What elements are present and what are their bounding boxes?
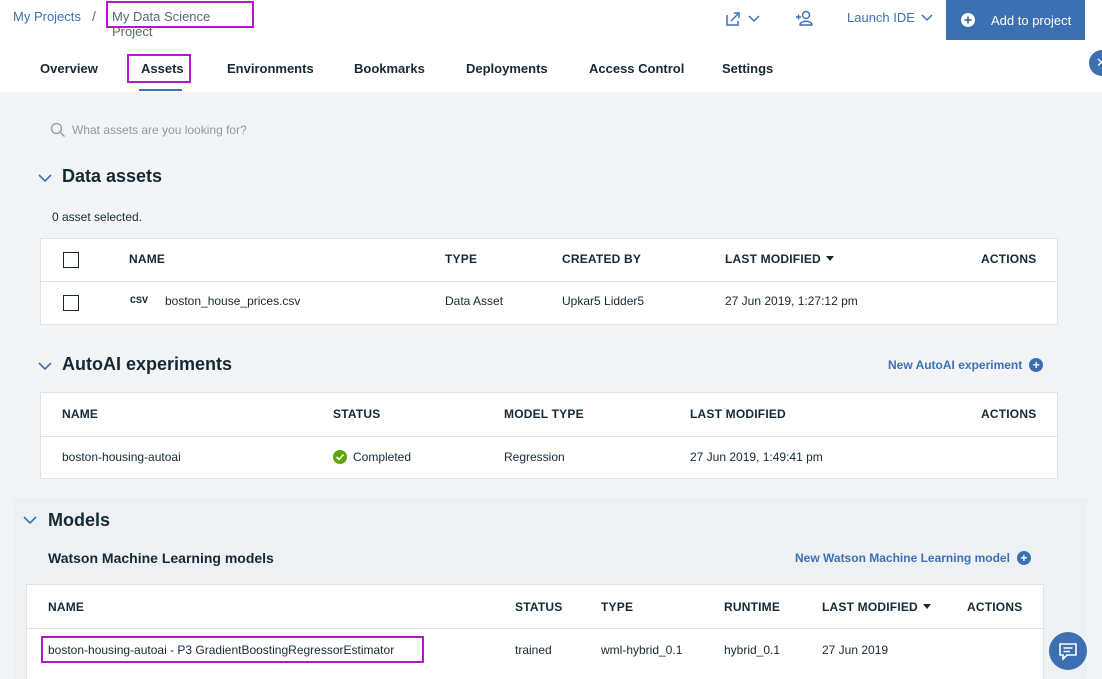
add-icon: + <box>1029 358 1044 372</box>
autoai-title: AutoAI experiments <box>62 354 233 374</box>
select-all-checkbox[interactable] <box>63 252 79 268</box>
row-divider <box>41 281 1057 282</box>
asset-type: Data Asset <box>445 294 504 308</box>
model-last-modified: 27 Jun 2019 <box>822 643 889 657</box>
experiment-model-type: Regression <box>504 450 565 464</box>
data-assets-table: NAME TYPE CREATED BY LAST MODIFIED ACTIO… <box>40 238 1058 325</box>
column-header-name[interactable]: NAME <box>62 407 98 421</box>
column-header-created-by[interactable]: CREATED BY <box>562 252 641 266</box>
data-assets-title: Data assets <box>62 166 163 186</box>
chevron-down-icon[interactable] <box>38 173 52 183</box>
experiment-status: Completed <box>353 450 412 464</box>
column-header-last-modified[interactable]: LAST MODIFIED <box>725 252 834 266</box>
last-modified-label: LAST MODIFIED <box>725 252 821 266</box>
chat-icon <box>1059 643 1077 661</box>
active-tab-indicator <box>139 89 182 91</box>
column-header-runtime[interactable]: RUNTIME <box>724 600 780 614</box>
column-header-model-type[interactable]: MODEL TYPE <box>504 407 584 421</box>
sort-down-icon <box>825 256 834 261</box>
selection-count: 0 asset selected. <box>52 210 143 224</box>
new-wml-model-link[interactable]: New Watson Machine Learning model + <box>795 551 1031 565</box>
column-header-type[interactable]: TYPE <box>445 252 477 266</box>
tab-access-control[interactable]: Access Control <box>589 61 684 76</box>
close-icon: ✕ <box>1096 55 1102 70</box>
row-divider <box>27 628 1043 629</box>
column-header-name[interactable]: NAME <box>48 600 84 614</box>
breadcrumb-my-projects[interactable]: My Projects <box>13 9 81 24</box>
last-modified-label: LAST MODIFIED <box>822 600 918 614</box>
autoai-table: NAME STATUS MODEL TYPE LAST MODIFIED ACT… <box>40 392 1058 479</box>
csv-file-icon: CSV <box>130 296 149 307</box>
models-title: Models <box>48 510 111 530</box>
chevron-down-icon[interactable] <box>23 515 37 525</box>
experiment-name-link[interactable]: boston-housing-autoai <box>62 450 181 464</box>
model-type: wml-hybrid_0.1 <box>601 643 683 657</box>
tab-bookmarks[interactable]: Bookmarks <box>354 61 425 76</box>
column-header-type[interactable]: TYPE <box>601 600 633 614</box>
column-header-actions: ACTIONS <box>967 600 1023 614</box>
search-icon <box>50 122 65 137</box>
add-collaborator-button[interactable] <box>795 9 815 29</box>
column-header-status[interactable]: STATUS <box>333 407 380 421</box>
column-header-status[interactable]: STATUS <box>515 600 562 614</box>
row-checkbox[interactable] <box>63 295 79 311</box>
add-user-icon <box>796 10 813 26</box>
tab-assets[interactable]: Assets <box>141 61 184 76</box>
breadcrumb-separator: / <box>92 8 96 24</box>
share-export-button[interactable] <box>724 9 764 29</box>
sort-down-icon <box>922 604 931 609</box>
checkmark-success-icon <box>333 450 347 464</box>
chat-button[interactable] <box>1049 632 1087 670</box>
models-table: NAME STATUS TYPE RUNTIME LAST MODIFIED A… <box>26 584 1044 679</box>
experiment-last-modified: 27 Jun 2019, 1:49:41 pm <box>690 450 823 464</box>
column-header-name[interactable]: NAME <box>129 252 165 266</box>
new-autoai-label: New AutoAI experiment <box>888 358 1023 372</box>
launch-ide-label: Launch IDE <box>847 10 915 25</box>
export-icon <box>726 12 760 26</box>
column-header-actions: ACTIONS <box>981 252 1037 266</box>
model-runtime: hybrid_0.1 <box>724 643 781 657</box>
launch-ide-menu[interactable]: Launch IDE <box>847 10 933 25</box>
chevron-down-icon <box>921 13 933 21</box>
asset-created-by: Upkar5 Lidder5 <box>562 294 645 308</box>
tab-environments[interactable]: Environments <box>227 61 314 76</box>
add-to-project-label: Add to project <box>991 12 1072 28</box>
new-wml-model-label: New Watson Machine Learning model <box>795 551 1010 565</box>
tab-settings[interactable]: Settings <box>722 61 773 76</box>
row-divider <box>41 436 1057 437</box>
model-status: trained <box>515 643 552 657</box>
asset-last-modified: 27 Jun 2019, 1:27:12 pm <box>725 294 858 308</box>
chevron-down-icon[interactable] <box>38 361 52 371</box>
add-icon <box>961 13 975 27</box>
asset-name-link[interactable]: boston_house_prices.csv <box>165 294 300 308</box>
tab-bar: Overview Assets Environments Bookmarks D… <box>0 40 1102 92</box>
column-header-actions: ACTIONS <box>981 407 1037 421</box>
wml-models-subtitle: Watson Machine Learning models <box>48 550 274 566</box>
column-header-last-modified[interactable]: LAST MODIFIED <box>690 407 786 421</box>
add-icon: + <box>1016 551 1031 565</box>
tab-overview[interactable]: Overview <box>40 61 98 76</box>
tab-deployments[interactable]: Deployments <box>466 61 548 76</box>
new-autoai-experiment-link[interactable]: New AutoAI experiment + <box>888 358 1044 372</box>
search-input[interactable] <box>72 119 472 141</box>
top-bar: My Projects / My Data Science Project La… <box>0 0 1102 40</box>
breadcrumb-current-project: My Data Science Project <box>106 1 254 39</box>
model-name-highlight <box>41 636 424 663</box>
add-to-project-button[interactable]: Add to project <box>946 0 1085 40</box>
column-header-last-modified[interactable]: LAST MODIFIED <box>822 600 931 614</box>
